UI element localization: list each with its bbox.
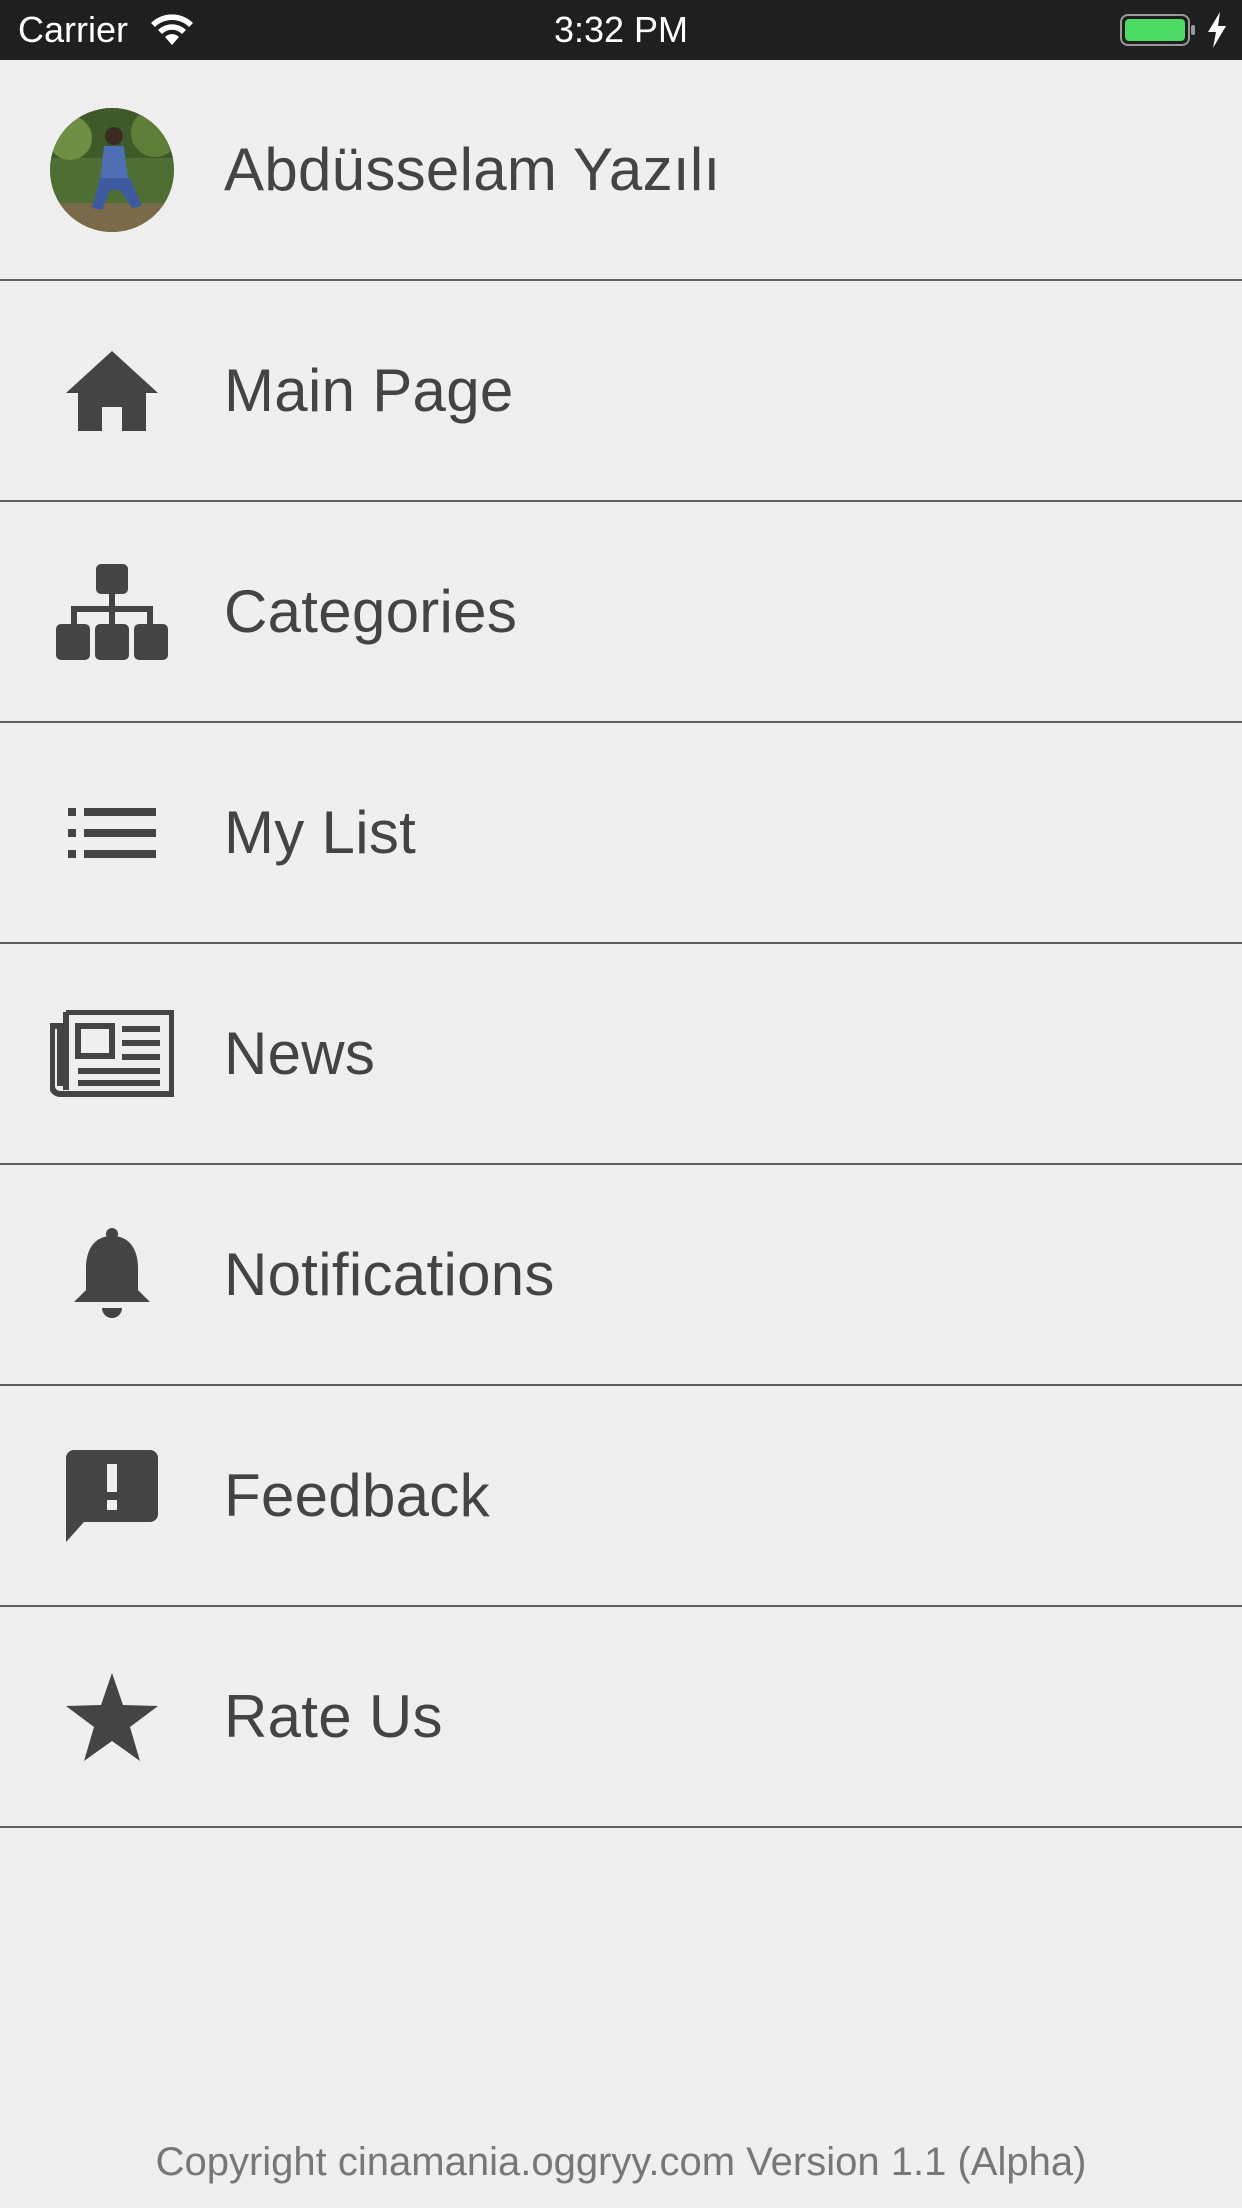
status-bar: Carrier 3:32 PM: [0, 0, 1242, 60]
menu-item-label: My List: [224, 799, 417, 866]
sitemap-icon-wrapper: [48, 548, 176, 676]
menu-item-my-list[interactable]: My List: [0, 723, 1242, 944]
battery-icon: [1120, 14, 1195, 46]
avatar-container: [48, 106, 176, 234]
menu-item-label: Main Page: [224, 357, 514, 424]
menu-item-news[interactable]: News: [0, 944, 1242, 1165]
list-icon-wrapper: [48, 769, 176, 897]
home-icon: [66, 350, 158, 431]
status-time: 3:32 PM: [553, 9, 689, 50]
list-icon: [68, 807, 156, 858]
menu-item-label: Rate Us: [224, 1683, 443, 1750]
home-icon-wrapper: [48, 327, 176, 455]
profile-name: Abdüsselam Yazılı: [224, 136, 721, 203]
avatar: [50, 107, 174, 232]
menu-item-feedback[interactable]: Feedback: [0, 1386, 1242, 1607]
menu-item-label: Notifications: [224, 1241, 555, 1308]
footer-copyright: Copyright cinamania.oggryy.com Version 1…: [155, 2140, 1087, 2184]
menu-item-rate-us[interactable]: Rate Us: [0, 1607, 1242, 1828]
star-icon: [66, 1672, 158, 1761]
newspaper-icon: [50, 1009, 174, 1097]
menu-item-label: Feedback: [224, 1462, 490, 1529]
bell-icon: [74, 1227, 150, 1318]
menu-item-categories[interactable]: Categories: [0, 502, 1242, 723]
menu-item-main-page[interactable]: Main Page: [0, 281, 1242, 502]
charging-bolt-icon: [1208, 12, 1226, 48]
side-menu: Abdüsselam Yazılı Main Page Categories M…: [0, 60, 1242, 1828]
menu-item-label: Categories: [224, 578, 518, 645]
sitemap-icon: [56, 563, 168, 660]
bell-icon-wrapper: [48, 1211, 176, 1339]
profile-row[interactable]: Abdüsselam Yazılı: [0, 60, 1242, 281]
feedback-icon-wrapper: [48, 1432, 176, 1560]
menu-item-label: News: [224, 1020, 376, 1087]
newspaper-icon-wrapper: [48, 990, 176, 1118]
star-icon-wrapper: [48, 1653, 176, 1781]
feedback-icon: [66, 1449, 158, 1542]
menu-item-notifications[interactable]: Notifications: [0, 1165, 1242, 1386]
